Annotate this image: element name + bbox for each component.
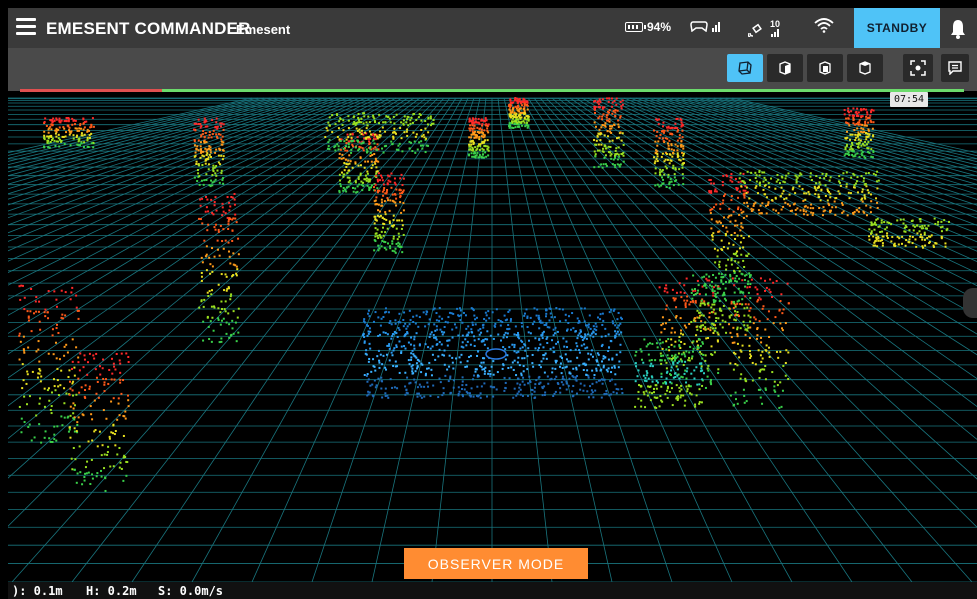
message-icon bbox=[948, 61, 962, 75]
point-cloud-canvas[interactable] bbox=[8, 92, 977, 582]
app-title: EMESENT COMMANDER bbox=[46, 19, 251, 38]
mission-timer: 07:54 bbox=[890, 92, 928, 107]
top-view-icon bbox=[859, 61, 871, 75]
bell-icon[interactable] bbox=[948, 18, 968, 40]
standby-button[interactable]: STANDBY bbox=[854, 8, 940, 48]
wifi-icon bbox=[814, 18, 834, 33]
perspective-view-icon bbox=[738, 61, 752, 75]
top-view-button[interactable] bbox=[847, 54, 883, 82]
gps-status: 10 bbox=[748, 20, 780, 37]
satellite-icon bbox=[748, 23, 762, 37]
speed-readout: S: 0.0m/s bbox=[158, 584, 224, 598]
distance-readout: ): 0.1m bbox=[12, 584, 63, 598]
bottom-status-bar: ): 0.1m H: 0.2m S: 0.0m/s bbox=[8, 582, 977, 599]
gps-signal-icon bbox=[771, 29, 779, 37]
top-bar: EMESENT COMMANDER Emesent 94% 10 STANDBY bbox=[8, 8, 977, 48]
gamepad-icon bbox=[690, 21, 708, 32]
front-view-button[interactable] bbox=[767, 54, 803, 82]
controller-status bbox=[690, 20, 720, 32]
perspective-view-button[interactable] bbox=[727, 54, 763, 82]
view-toolbar bbox=[8, 48, 977, 91]
battery-percentage: 94% bbox=[647, 20, 672, 34]
message-button[interactable] bbox=[941, 54, 969, 82]
side-panel-handle[interactable] bbox=[963, 288, 977, 318]
hamburger-menu-icon[interactable] bbox=[16, 18, 36, 36]
side-view-button[interactable] bbox=[807, 54, 843, 82]
fit-view-icon bbox=[910, 60, 926, 76]
device-name: Emesent bbox=[236, 22, 291, 37]
controller-signal-icon bbox=[712, 20, 720, 32]
point-cloud-viewport[interactable] bbox=[8, 92, 977, 582]
observer-mode-button[interactable]: OBSERVER MODE bbox=[404, 548, 588, 579]
side-view-icon bbox=[819, 61, 831, 75]
front-view-icon bbox=[779, 61, 791, 75]
battery-status: 94% bbox=[625, 20, 671, 34]
fit-view-button[interactable] bbox=[903, 54, 933, 82]
height-readout: H: 0.2m bbox=[86, 584, 137, 598]
wifi-status bbox=[814, 17, 834, 33]
mission-progress-fill bbox=[20, 89, 162, 92]
battery-icon bbox=[625, 22, 646, 32]
app-window: EMESENT COMMANDER Emesent 94% 10 STANDBY bbox=[8, 8, 977, 599]
mission-progress-bar bbox=[20, 89, 964, 92]
satellite-count: 10 bbox=[770, 19, 781, 29]
